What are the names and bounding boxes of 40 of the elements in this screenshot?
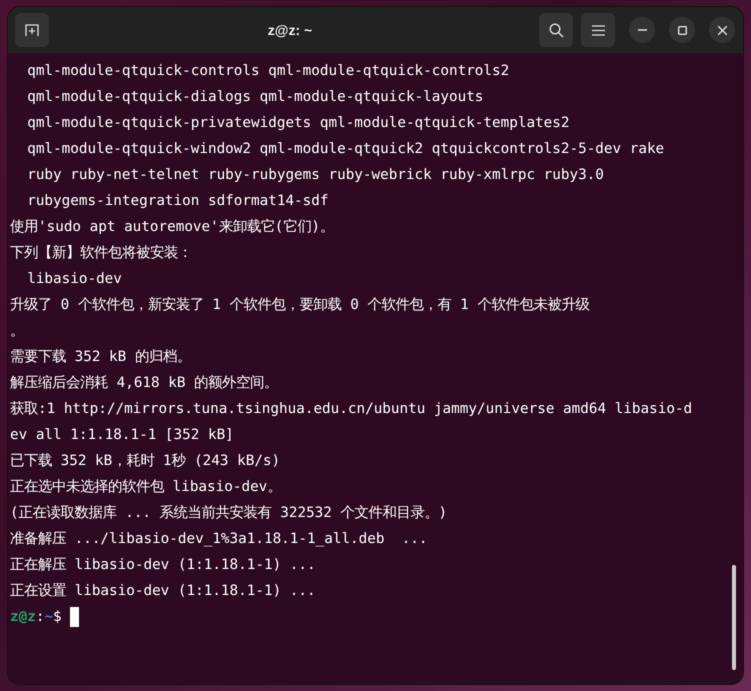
maximize-icon [678,26,686,34]
prompt-user-host: z@z [10,608,36,627]
window-title: z@z: ~ [266,22,314,38]
output-line: 需要下载 352 kB 的归档。 [10,348,191,367]
output-line: 下列【新】软件包将被安装： [10,244,192,263]
close-button[interactable] [709,17,735,43]
minimize-icon [638,29,646,31]
search-button[interactable] [539,13,573,47]
prompt-separator: : [36,608,44,627]
output-line: 使用'sudo apt autoremove'来卸载它(它们)。 [10,218,334,237]
prompt-symbol: $ [53,608,62,627]
scrollbar[interactable] [732,565,736,670]
output-line: qml-module-qtquick-dialogs qml-module-qtquick-layouts [26,88,484,107]
output-line: 正在选中未选择的软件包 libasio-dev。 [10,478,282,497]
new-tab-icon [25,23,39,37]
output-line: ruby ruby-net-telnet ruby-rubygems ruby-webrick ruby-xmlrpc ruby3.0 [26,166,604,185]
output-line: 已下载 352 kB，耗时 1秒 (243 kB/s) [10,452,280,471]
output-line: ev all 1:1.18.1-1 [352 kB] [10,426,234,445]
output-line: 。 [10,322,24,341]
output-line: qml-module-qtquick-window2 qml-module-qtquick2 qtquickcontrols2-5-dev rake [26,140,664,159]
output-line: 正在解压 libasio-dev (1:1.18.1-1) ... [10,556,316,575]
output-line: 准备解压 .../libasio-dev_1%3a1.18.1-1_all.deb ... [10,530,428,549]
maximize-button[interactable] [669,17,695,43]
minimize-button[interactable] [629,17,655,43]
text-cursor [70,607,79,627]
output-line: (正在读取数据库 ... 系统当前共安装有 322532 个文件和目录。) [10,504,448,523]
output-line: libasio-dev [26,270,122,289]
output-line: 正在设置 libasio-dev (1:1.18.1-1) ... [10,582,316,601]
close-icon [718,26,726,34]
menu-button[interactable] [581,13,615,47]
search-icon [548,22,564,38]
output-line: 升级了 0 个软件包，新安装了 1 个软件包，要卸载 0 个软件包，有 1 个软件包未被升级 [10,296,590,315]
output-line: 解压缩后会消耗 4,618 kB 的额外空间。 [10,374,278,393]
output-line: qml-module-qtquick-privatewidgets qml-module-qtquick-templates2 [26,114,570,133]
output-line: qml-module-qtquick-controls qml-module-qtquick-controls2 [26,62,510,81]
output-line: rubygems-integration sdformat14-sdf [26,192,328,211]
new-tab-button[interactable] [15,13,49,47]
output-line: 获取:1 http://mirrors.tuna.tsinghua.edu.cn/ubuntu jammy/universe amd64 libasio-d [10,400,692,419]
menu-icon [592,24,604,36]
prompt-path: ~ [44,608,54,627]
